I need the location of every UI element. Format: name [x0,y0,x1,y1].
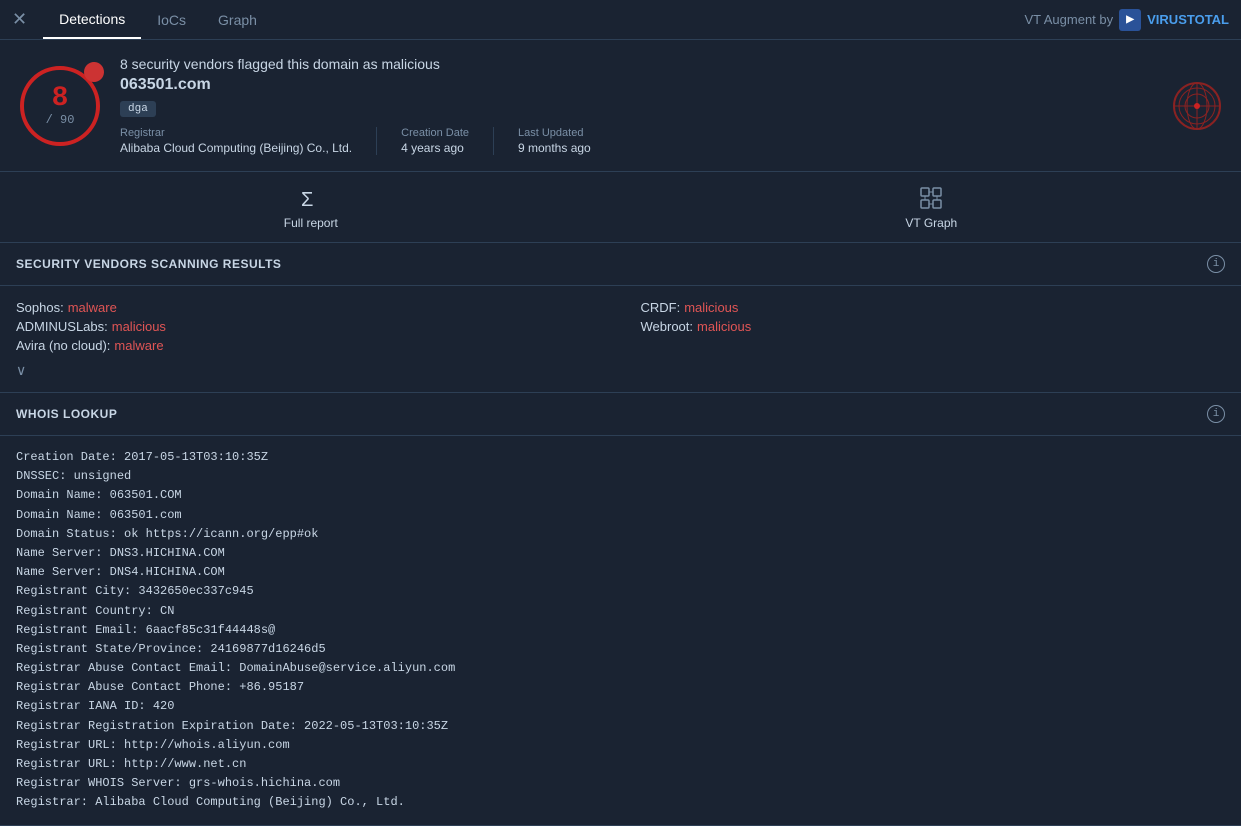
vendor-crdf: CRDF: [641,300,681,315]
vt-graph-button[interactable]: VT Graph [905,184,957,230]
header: ✕ Detections IoCs Graph VT Augment by ▶ … [0,0,1241,40]
detection-row: Sophos: malware [16,298,601,317]
security-section-header: SECURITY VENDORS SCANNING RESULTS i [0,243,1241,286]
detections-content: Sophos: malware ADMINUSLabs: malicious A… [0,286,1241,392]
whois-content: Creation Date: 2017-05-13T03:10:35Z DNSS… [0,436,1241,825]
augment-section: VT Augment by ▶ VIRUSTOTAL [1024,9,1229,31]
detections-grid: Sophos: malware ADMINUSLabs: malicious A… [16,298,1225,355]
vendor-avira: Avira (no cloud): [16,338,110,353]
security-info-icon[interactable]: i [1207,255,1225,273]
summary-info: 8 security vendors flagged this domain a… [120,56,1153,155]
creation-block: Creation Date 4 years ago [401,127,494,155]
registrar-label: Registrar [120,127,352,139]
tab-iocs[interactable]: IoCs [141,0,202,39]
registrar-block: Registrar Alibaba Cloud Computing (Beiji… [120,127,377,155]
detection-row: Webroot: malicious [641,317,1226,336]
vendor-webroot: Webroot: [641,319,694,334]
flagged-text: 8 security vendors flagged this domain a… [120,56,1153,72]
whois-section-header: WHOIS LOOKUP i [0,393,1241,436]
detections-left-column: Sophos: malware ADMINUSLabs: malicious A… [16,298,601,355]
result-avira: malware [114,338,163,353]
security-section-title: SECURITY VENDORS SCANNING RESULTS [16,257,281,271]
graph-icon [917,184,945,212]
header-tabs: Detections IoCs Graph [43,0,273,39]
result-adminuslabs: malicious [112,319,166,334]
updated-label: Last Updated [518,127,591,139]
vt-icon: ▶ [1119,9,1141,31]
score-slash-decoration [81,59,107,85]
whois-text: Creation Date: 2017-05-13T03:10:35Z DNSS… [16,448,1225,813]
detections-right-column: CRDF: malicious Webroot: malicious [641,298,1226,355]
score-number: 8 [52,85,69,113]
tab-detections[interactable]: Detections [43,0,141,39]
full-report-button[interactable]: Σ Full report [284,184,338,230]
detection-row: CRDF: malicious [641,298,1226,317]
vt-graph-label: VT Graph [905,216,957,230]
augment-label: VT Augment by [1024,12,1113,27]
avatar [1173,82,1221,130]
vendor-adminuslabs: ADMINUSLabs: [16,319,108,334]
close-button[interactable]: ✕ [12,9,27,31]
detection-row: ADMINUSLabs: malicious [16,317,601,336]
summary-meta: Registrar Alibaba Cloud Computing (Beiji… [120,127,1153,155]
updated-value: 9 months ago [518,141,591,155]
full-report-label: Full report [284,216,338,230]
action-bar: Σ Full report VT Graph [0,172,1241,243]
vt-logo-label: VIRUSTOTAL [1147,12,1229,27]
whois-section-title: WHOIS LOOKUP [16,407,117,421]
creation-value: 4 years ago [401,141,469,155]
score-denom: / 90 [46,113,75,127]
score-circle: 8 / 90 [20,66,100,146]
sigma-icon: Σ [297,184,325,212]
vendor-sophos: Sophos: [16,300,64,315]
tag-badge: dga [120,101,156,117]
result-webroot: malicious [697,319,751,334]
creation-label: Creation Date [401,127,469,139]
domain-name: 063501.com [120,76,1153,94]
result-crdf: malicious [684,300,738,315]
updated-block: Last Updated 9 months ago [518,127,615,155]
summary-section: 8 / 90 8 security vendors flagged this d… [0,40,1241,172]
result-sophos: malware [68,300,117,315]
detection-row: Avira (no cloud): malware [16,336,601,355]
whois-info-icon[interactable]: i [1207,405,1225,423]
whois-section: WHOIS LOOKUP i Creation Date: 2017-05-13… [0,393,1241,826]
svg-text:Σ: Σ [301,189,313,211]
security-section: SECURITY VENDORS SCANNING RESULTS i Soph… [0,243,1241,393]
registrar-value: Alibaba Cloud Computing (Beijing) Co., L… [120,141,352,155]
expand-button[interactable]: ∨ [16,363,1225,380]
tab-graph[interactable]: Graph [202,0,273,39]
